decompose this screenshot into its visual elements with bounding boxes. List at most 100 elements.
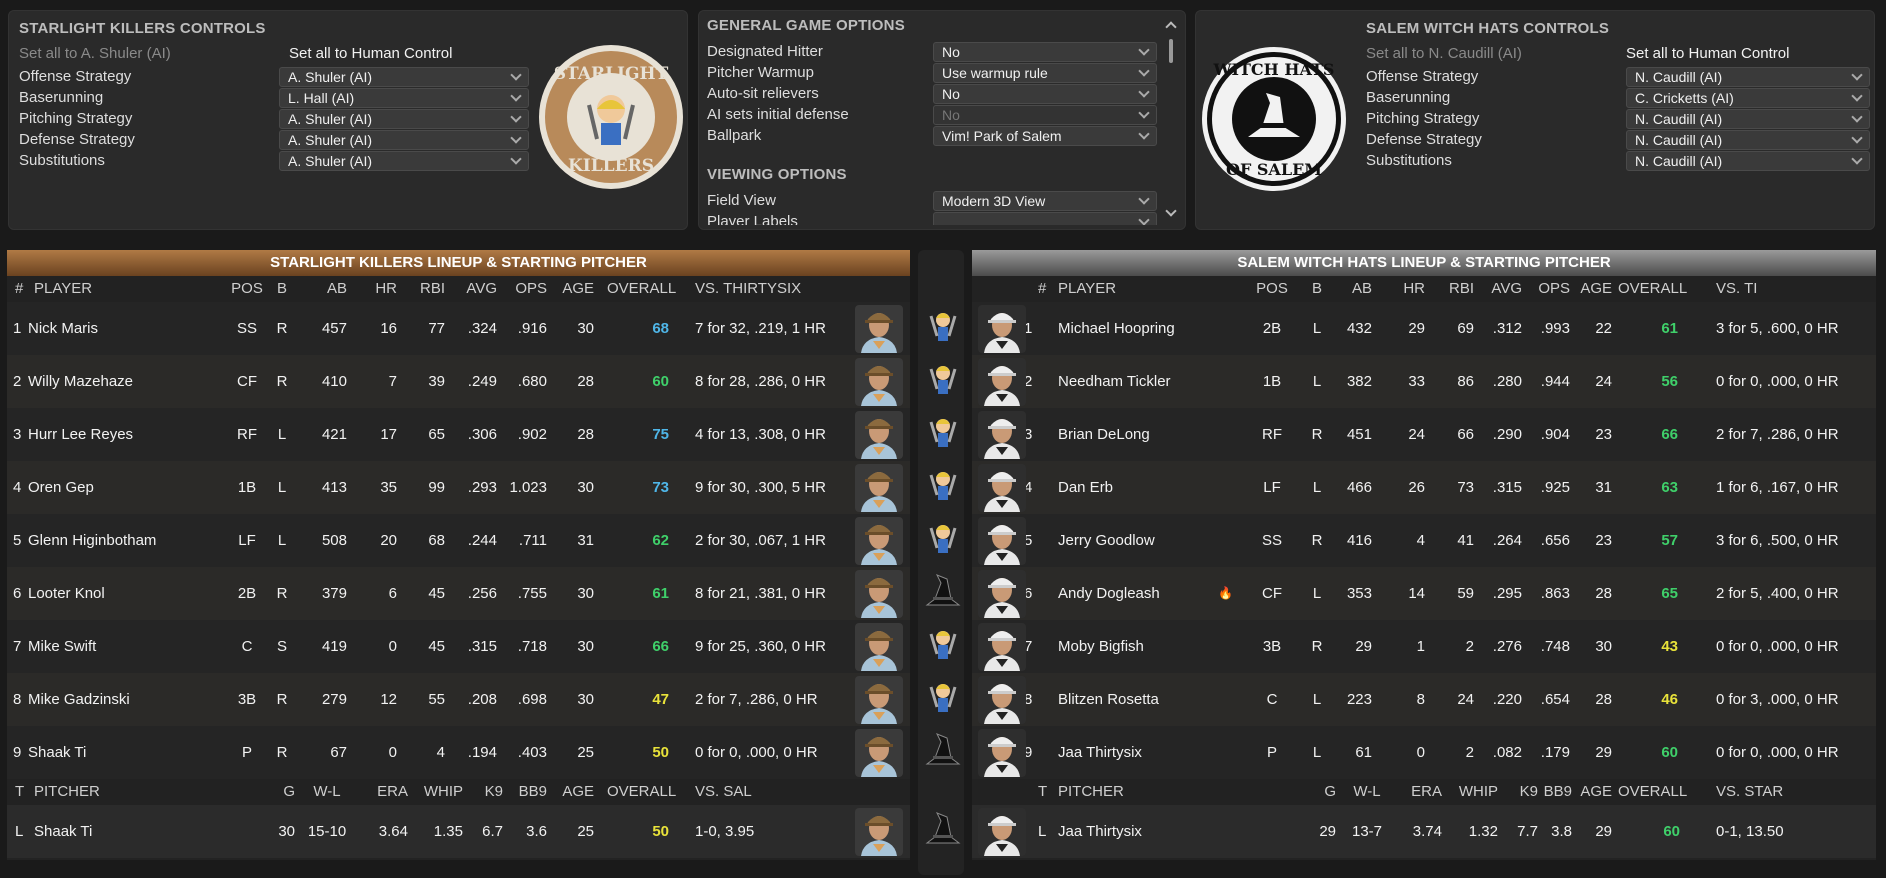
left-cell-pos: 1B bbox=[237, 479, 257, 496]
left-cell-overall: 68 bbox=[652, 320, 669, 337]
left-cell-avg: .306 bbox=[467, 426, 497, 443]
left-cell-pos: RF bbox=[237, 426, 257, 443]
left-set-all-human-link[interactable]: Set all to Human Control bbox=[289, 45, 452, 62]
left-cell-hr: 0 bbox=[388, 744, 397, 761]
witch-hat-badge-icon bbox=[923, 730, 963, 774]
left-set-all-ai-link[interactable]: Set all to A. Shuler (AI) bbox=[19, 45, 259, 62]
right-cell-overall: 65 bbox=[1661, 585, 1678, 602]
right-cell-vs: 1 for 6, .167, 0 HR bbox=[1716, 479, 1839, 496]
right-cell-overall: 56 bbox=[1661, 373, 1678, 390]
scroll-thumb[interactable] bbox=[1169, 39, 1173, 63]
right-player-portrait bbox=[978, 464, 1026, 512]
svg-text:WITCH HATS: WITCH HATS bbox=[1213, 60, 1335, 79]
right-cell-pos: CF bbox=[1262, 585, 1282, 602]
right-cell-avg: .290 bbox=[1492, 426, 1522, 443]
right-table-row[interactable]: 9 Jaa Thirtysix P L 61 0 2.082.179 29 60 0 for 0,… bbox=[972, 726, 1876, 779]
chevron-down-icon bbox=[510, 132, 522, 144]
right-cell-vs: 3 for 6, .500, 0 HR bbox=[1716, 532, 1839, 549]
right-cell-ab: 466 bbox=[1346, 479, 1372, 496]
left-pitcher-cell-whip: 1.35 bbox=[433, 823, 463, 840]
right-cell-ops: .863 bbox=[1540, 585, 1570, 602]
right-ctl-select-0[interactable]: N. Caudill (AI) bbox=[1626, 67, 1870, 87]
right-cell-overall: 66 bbox=[1661, 426, 1678, 443]
left-ctl-select-3-value: A. Shuler (AI) bbox=[288, 132, 373, 148]
scroll-up-icon[interactable] bbox=[1165, 21, 1177, 33]
right-pitcher-column-headers: T PITCHER G W-L ERA WHIP K9 BB9 AGE OVERALL VS. ST… bbox=[972, 779, 1876, 805]
left-table-row[interactable]: 7 Mike Swift C S 419 0 45.315.718 30 66 9 for 25,… bbox=[7, 620, 910, 673]
left-table-row[interactable]: 2 Willy Mazehaze CF R 410 7 39.249.680 28 60 8 fo… bbox=[7, 355, 910, 408]
left-col-age: AGE bbox=[562, 280, 594, 297]
left-col-vs-thirtysix: VS. THIRTYSIX bbox=[695, 280, 802, 297]
right-cell-ops: .904 bbox=[1540, 426, 1570, 443]
right-table-row[interactable]: 4 Dan Erb LF L 466 26 73.315.925 31 63 1 for 6, .… bbox=[972, 461, 1876, 514]
left-table-row[interactable]: 5 Glenn Higinbotham LF L 508 20 68.244.711 31 62… bbox=[7, 514, 910, 567]
options-scrollbar[interactable] bbox=[1165, 17, 1177, 225]
left-pitcher-row[interactable]: L Shaak Ti 30 15-10 3.64 1.35 6.7 3.6 25 50 1-0, 3… bbox=[7, 805, 910, 858]
chevron-down-icon bbox=[1138, 214, 1150, 225]
left-table-row[interactable]: 9 Shaak Ti P R 67 0 4.194.403 25 50 0 for 0, .000… bbox=[7, 726, 910, 779]
left-cell-age: 30 bbox=[577, 320, 594, 337]
left-ctl-select-3[interactable]: A. Shuler (AI) bbox=[279, 130, 529, 150]
right-col-avg: AVG bbox=[1491, 280, 1522, 297]
right-cell-pos: RF bbox=[1262, 426, 1282, 443]
left-cell-age: 30 bbox=[577, 479, 594, 496]
left-cell-name: Glenn Higinbotham bbox=[28, 532, 157, 549]
right-cell-ops: .748 bbox=[1540, 638, 1570, 655]
left-pitcher-col-w-l: W-L bbox=[313, 783, 341, 800]
right-table-row[interactable]: 3 Brian DeLong RF R 451 24 66.290.904 23 66 2 for… bbox=[972, 408, 1876, 461]
right-ctl-select-1[interactable]: C. Cricketts (AI) bbox=[1626, 88, 1870, 108]
right-cell-age: 28 bbox=[1595, 691, 1612, 708]
right-ctl-select-4[interactable]: N. Caudill (AI) bbox=[1626, 151, 1870, 171]
left-cell-rbi: 4 bbox=[436, 744, 445, 761]
right-table-row[interactable]: 1 Michael Hoopring 2B L 432 29 69.312.993 22 61 3… bbox=[972, 302, 1876, 355]
killer-mascot-badge-icon bbox=[923, 677, 963, 721]
scroll-down-icon[interactable] bbox=[1165, 205, 1177, 217]
chevron-down-icon bbox=[1851, 111, 1863, 123]
right-ctl-label-3: Defense Strategy bbox=[1366, 131, 1482, 148]
right-set-all-human-link[interactable]: Set all to Human Control bbox=[1626, 45, 1789, 62]
left-ctl-select-1[interactable]: L. Hall (AI) bbox=[279, 88, 529, 108]
right-ctl-select-2[interactable]: N. Caudill (AI) bbox=[1626, 109, 1870, 129]
right-cell-num: 2 bbox=[1024, 373, 1033, 390]
right-pitcher-row[interactable]: L Jaa Thirtysix 29 13-7 3.74 1.32 7.7 3.8 29 60 0-… bbox=[972, 805, 1876, 858]
left-table-row[interactable]: 8 Mike Gadzinski 3B R 279 12 55.208.698 30 47 2 f… bbox=[7, 673, 910, 726]
right-cell-hr: 26 bbox=[1408, 479, 1425, 496]
left-ctl-select-4[interactable]: A. Shuler (AI) bbox=[279, 151, 529, 171]
right-table-row[interactable]: 8 Blitzen Rosetta C L 223 8 24.220.654 28 46 0 fo… bbox=[972, 673, 1876, 726]
left-table-row[interactable]: 6 Looter Knol 2B R 379 6 45.256.755 30 61 8 for 2… bbox=[7, 567, 910, 620]
right-cell-avg: .082 bbox=[1492, 744, 1522, 761]
right-cell-age: 24 bbox=[1595, 373, 1612, 390]
right-table-row[interactable]: 5 Jerry Goodlow SS R 416 4 41.264.656 23 57 3 for… bbox=[972, 514, 1876, 567]
left-pitcher-cell-era: 3.64 bbox=[378, 823, 408, 840]
right-ctl-select-3-value: N. Caudill (AI) bbox=[1635, 132, 1723, 148]
left-ctl-select-2[interactable]: A. Shuler (AI) bbox=[279, 109, 529, 129]
left-cell-vs: 9 for 25, .360, 0 HR bbox=[695, 638, 826, 655]
right-pitcher-col-vs-star: VS. STAR bbox=[1716, 783, 1784, 800]
right-pitcher-col-era: ERA bbox=[1411, 783, 1442, 800]
left-col--: # bbox=[15, 280, 24, 297]
left-table-row[interactable]: 3 Hurr Lee Reyes RF L 421 17 65.306.902 28 75 4 f… bbox=[7, 408, 910, 461]
right-table-row[interactable]: 6 Andy Dogleash CF L 353 14 59.295.863 28 65 2 fo… bbox=[972, 567, 1876, 620]
right-cell-vs: 0 for 0, .000, 0 HR bbox=[1716, 373, 1839, 390]
viewing-select-0[interactable]: Modern 3D View bbox=[933, 191, 1157, 211]
right-ctl-label-1: Baserunning bbox=[1366, 89, 1451, 106]
left-cell-vs: 0 for 0, .000, 0 HR bbox=[695, 744, 818, 761]
left-table-row[interactable]: 4 Oren Gep 1B L 413 35 99.293 1.023 30 73 9 for 30… bbox=[7, 461, 910, 514]
right-set-all-ai-link[interactable]: Set all to N. Caudill (AI) bbox=[1366, 45, 1606, 62]
left-col-rbi: RBI bbox=[419, 280, 445, 297]
left-table-row[interactable]: 1 Nick Maris SS R 457 16 77.324.916 30 68 7 for 3… bbox=[7, 302, 910, 355]
game-options-panel: GENERAL GAME OPTIONS Designated Hitter No… bbox=[698, 10, 1186, 230]
left-ctl-select-0[interactable]: A. Shuler (AI) bbox=[279, 67, 529, 87]
witch-hat-badge-icon bbox=[923, 809, 963, 853]
left-ctl-label-4: Substitutions bbox=[19, 152, 105, 169]
right-col-player: PLAYER bbox=[1058, 280, 1117, 297]
right-ctl-select-3[interactable]: N. Caudill (AI) bbox=[1626, 130, 1870, 150]
viewing-select-1[interactable] bbox=[933, 212, 1157, 225]
right-pitcher-col-pitcher: PITCHER bbox=[1058, 783, 1124, 800]
left-cell-overall: 47 bbox=[652, 691, 669, 708]
left-cell-rbi: 65 bbox=[428, 426, 445, 443]
right-cell-rbi: 69 bbox=[1457, 320, 1474, 337]
right-table-row[interactable]: 7 Moby Bigfish 3B R 29 1 2.276.748 30 43 0 for 0,… bbox=[972, 620, 1876, 673]
right-table-row[interactable]: 2 Needham Tickler 1B L 382 33 86.280.944 24 56 0 … bbox=[972, 355, 1876, 408]
left-col-player: PLAYER bbox=[34, 280, 93, 297]
